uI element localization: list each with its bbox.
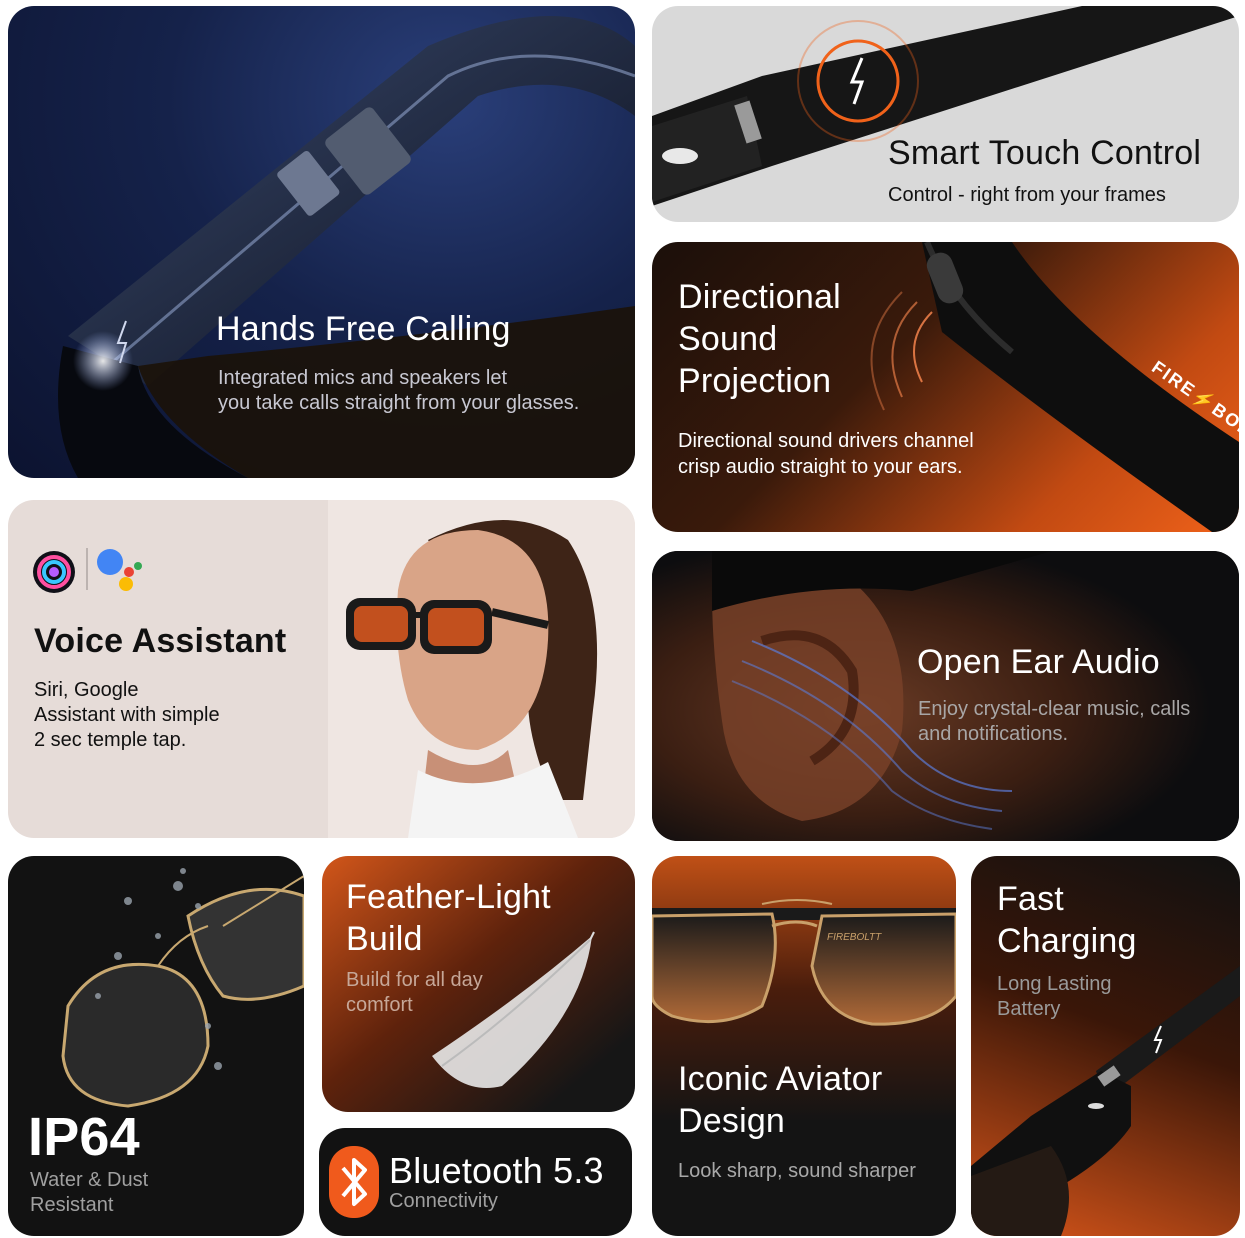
card-smart-touch-control: Smart Touch Control Control - right from… [652, 6, 1239, 222]
touch-title: Smart Touch Control [888, 134, 1202, 172]
charging-desc-1: Long Lasting [997, 973, 1112, 995]
bluetooth-title: Bluetooth 5.3 [389, 1150, 604, 1191]
charging-title-1: Fast [997, 880, 1064, 918]
card-hands-free-calling: Hands Free Calling Integrated mics and s… [8, 6, 635, 478]
charging-title-2: Charging [997, 922, 1137, 960]
card-directional-sound: FIRE⚡BOLT Directional Sound Projection D… [652, 242, 1239, 532]
hands-free-title: Hands Free Calling [216, 310, 511, 348]
ip64-title: IP64 [28, 1107, 140, 1167]
open-ear-desc-1: Enjoy crystal-clear music, calls [918, 698, 1191, 720]
directional-desc-1: Directional sound drivers channel [678, 430, 974, 452]
open-ear-title: Open Ear Audio [917, 643, 1160, 681]
card-fast-charging: Fast Charging Long Lasting Battery [971, 856, 1240, 1236]
voice-desc-2: Assistant with simple [34, 704, 220, 726]
feather-title-1: Feather-Light [346, 878, 551, 916]
charging-desc-2: Battery [997, 998, 1061, 1020]
card-open-ear-audio: Open Ear Audio Enjoy crystal-clear music… [652, 551, 1239, 841]
voice-title: Voice Assistant [34, 622, 287, 660]
open-ear-desc-2: and notifications. [918, 723, 1069, 745]
directional-desc-2: crisp audio straight to your ears. [678, 456, 963, 478]
ear-closeup-image [652, 551, 1239, 841]
ip64-desc-1: Water & Dust [30, 1169, 149, 1191]
voice-desc-1: Siri, Google [34, 679, 139, 701]
aviator-brand: FIREBOLTT [827, 932, 882, 943]
ip64-desc-2: Resistant [30, 1194, 114, 1216]
feather-icon [432, 931, 595, 1088]
card-voice-assistant: Voice Assistant Siri, Google Assistant w… [8, 500, 635, 838]
aviator-desc: Look sharp, sound sharper [678, 1160, 916, 1182]
hands-free-desc-2: you take calls straight from your glasse… [218, 392, 580, 414]
voice-desc-3: 2 sec temple tap. [34, 729, 187, 751]
divider [86, 548, 88, 590]
feather-desc-1: Build for all day [346, 969, 483, 991]
directional-title-2: Sound [678, 320, 778, 358]
touch-desc: Control - right from your frames [888, 184, 1166, 206]
card-ip64: IP64 Water & Dust Resistant [8, 856, 304, 1236]
siri-icon [33, 551, 75, 593]
card-bluetooth: Bluetooth 5.3 Connectivity [319, 1128, 632, 1236]
card-aviator-design: FIREBOLTT Iconic Aviator Design Look sha… [652, 856, 956, 1236]
bluetooth-desc: Connectivity [389, 1190, 498, 1212]
aviator-title-2: Design [678, 1102, 786, 1140]
directional-title-1: Directional [678, 278, 841, 316]
google-assistant-icon [97, 549, 142, 591]
feather-title-2: Build [346, 920, 423, 958]
hands-free-desc-1: Integrated mics and speakers let [218, 367, 508, 389]
feather-desc-2: comfort [346, 994, 413, 1016]
bluetooth-icon [329, 1146, 379, 1218]
directional-title-3: Projection [678, 362, 832, 400]
card-feather-light: Feather-Light Build Build for all day co… [322, 856, 635, 1112]
aviator-title-1: Iconic Aviator [678, 1060, 883, 1098]
